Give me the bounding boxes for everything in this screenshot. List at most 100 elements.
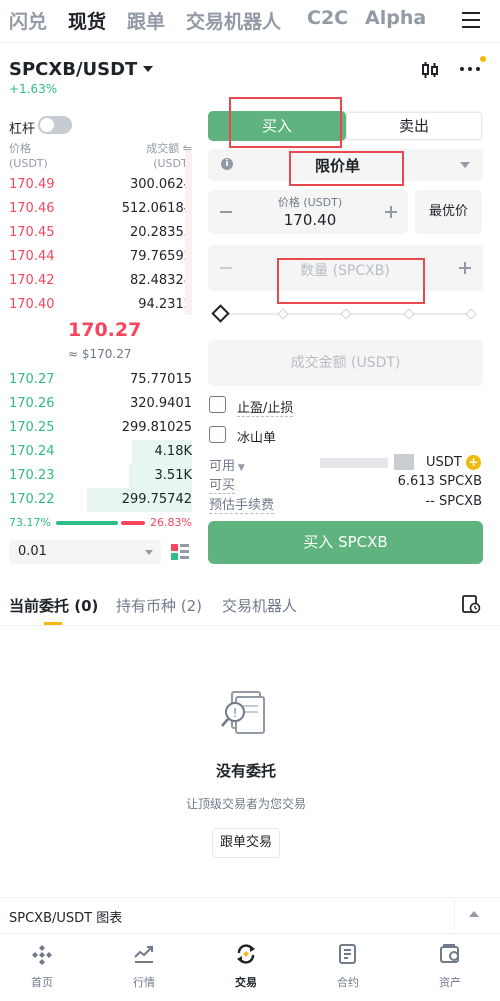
depth-precision-value: 0.01: [18, 544, 47, 559]
bid-price: 170.23: [9, 468, 55, 483]
chart-expand-icon[interactable]: [454, 900, 492, 930]
fee-label: 预估手续费: [209, 494, 275, 514]
last-price: 170.27: [68, 319, 142, 341]
bid-row[interactable]: 170.23 3.51K: [0, 464, 192, 488]
masked-balance-block: [394, 454, 414, 470]
futures-icon: [339, 944, 356, 964]
nav-home-label: 首页: [31, 976, 53, 989]
menu-icon[interactable]: [462, 12, 480, 28]
sell-ratio-bar: [121, 521, 145, 525]
bid-price: 170.26: [9, 396, 55, 411]
ask-price: 170.44: [9, 249, 55, 264]
more-options-icon[interactable]: [460, 67, 482, 73]
order-history-icon[interactable]: [461, 594, 481, 614]
tab-copy-trading[interactable]: 跟单: [127, 7, 165, 34]
ask-price: 170.42: [9, 273, 55, 288]
bid-row[interactable]: 170.27 75.77015: [0, 368, 192, 392]
buy-ratio-bar: [56, 521, 118, 525]
masked-balance: [320, 458, 388, 468]
highlight-box-quantity: [277, 258, 425, 304]
slider-node-50[interactable]: [340, 308, 352, 320]
chevron-down-icon: [460, 162, 470, 168]
tab-convert[interactable]: 闪兑: [9, 7, 47, 34]
ask-row[interactable]: 170.42 82.48328: [0, 269, 192, 293]
nav-trade[interactable]: 交易: [196, 934, 296, 1001]
price-value[interactable]: 170.40: [240, 211, 380, 229]
ask-row[interactable]: 170.46 512.06184: [0, 197, 192, 221]
available-label[interactable]: 可用 ▼: [209, 455, 245, 474]
tab-holdings[interactable]: 持有币种 (2): [116, 595, 202, 616]
tab-alpha[interactable]: Alpha: [365, 7, 426, 29]
tab-orders-bots[interactable]: 交易机器人: [222, 595, 297, 616]
bid-amount: 75.77015: [129, 372, 192, 387]
price-decrease-icon[interactable]: [220, 211, 232, 213]
nav-home[interactable]: 首页: [0, 934, 92, 1001]
bid-price: 170.24: [9, 444, 55, 459]
tp-sl-label[interactable]: 止盈/止损: [237, 397, 294, 417]
bid-row[interactable]: 170.26 320.9401: [0, 392, 192, 416]
highlight-box-buy: [229, 97, 342, 148]
sell-ratio: 26.83%: [150, 516, 192, 529]
bid-row[interactable]: 170.22 299.75742: [0, 488, 192, 512]
leverage-label: 杠杆: [9, 122, 36, 137]
iceberg-checkbox[interactable]: [209, 426, 226, 443]
bid-row[interactable]: 170.25 299.81025: [0, 416, 192, 440]
buy-ratio: 73.17%: [9, 516, 51, 529]
leverage-toggle[interactable]: [38, 116, 72, 134]
notification-dot: [480, 56, 486, 62]
slider-node-100[interactable]: [465, 308, 477, 320]
orderbook-layout-icon[interactable]: [171, 543, 189, 561]
depth-precision-select[interactable]: 0.01: [9, 540, 161, 564]
orders-divider: [0, 625, 500, 626]
ask-row[interactable]: 170.40 94.2312: [0, 293, 192, 317]
ask-amount: 512.06184: [121, 201, 192, 216]
iceberg-label[interactable]: 冰山单: [237, 427, 276, 446]
price-label: 价格 (USDT): [277, 196, 343, 209]
ask-depth-strip: [185, 150, 192, 315]
best-price-button[interactable]: 最优价: [415, 190, 482, 234]
pair-selector-caret-icon[interactable]: [143, 66, 153, 72]
tab-c2c[interactable]: C2C: [307, 7, 348, 29]
sell-tab[interactable]: 卖出: [346, 112, 482, 140]
markets-icon: [134, 946, 153, 963]
trade-icon: [237, 944, 255, 964]
tab-trading-bots[interactable]: 交易机器人: [186, 7, 281, 34]
add-funds-icon[interactable]: +: [466, 455, 481, 470]
bid-row[interactable]: 170.24 4.18K: [0, 440, 192, 464]
buy-submit-button[interactable]: 买入 SPCXB: [208, 521, 483, 564]
nav-futures[interactable]: 合约: [298, 934, 398, 1001]
orderbook-amount-header[interactable]: 成交额 ⇋ (USDT): [110, 141, 192, 171]
pair-symbol[interactable]: SPCXB/USDT: [9, 59, 137, 80]
info-icon[interactable]: i: [221, 158, 233, 170]
ask-price: 170.40: [9, 297, 55, 312]
nav-assets-label: 资产: [439, 976, 461, 989]
tab-spot[interactable]: 现货: [68, 7, 106, 34]
candlestick-chart-icon[interactable]: [420, 60, 440, 80]
chart-bar-label[interactable]: SPCXB/USDT 图表: [9, 907, 122, 926]
ask-price: 170.45: [9, 225, 55, 240]
top-nav: 闪兑 现货 跟单 交易机器人 C2C Alpha: [0, 0, 500, 40]
highlight-box-order-type: [289, 151, 404, 186]
slider-node-25[interactable]: [277, 308, 289, 320]
quantity-decrease-icon[interactable]: [220, 267, 232, 269]
tab-open-orders[interactable]: 当前委托 (0): [9, 595, 98, 616]
nav-assets[interactable]: 资产: [400, 934, 500, 1001]
amount-slider-thumb[interactable]: [211, 304, 230, 323]
chart-bar-divider: [0, 897, 500, 898]
chevron-down-icon: [145, 550, 153, 555]
fee-value: -- SPCXB: [425, 494, 482, 509]
svg-text:!: !: [233, 706, 238, 720]
ask-row[interactable]: 170.49 300.0624: [0, 173, 192, 197]
can-buy-label: 可买: [209, 474, 236, 494]
tp-sl-checkbox[interactable]: [209, 396, 226, 413]
copy-trading-button[interactable]: 跟单交易: [212, 828, 280, 858]
ask-row[interactable]: 170.45 20.28355: [0, 221, 192, 245]
ask-amount: 79.76592: [129, 249, 192, 264]
ask-row[interactable]: 170.44 79.76592: [0, 245, 192, 269]
total-input[interactable]: 成交金额 (USDT): [208, 340, 483, 386]
top-divider: [0, 42, 500, 43]
nav-markets[interactable]: 行情: [94, 934, 194, 1001]
ask-amount: 20.28355: [129, 225, 192, 240]
slider-node-75[interactable]: [403, 308, 415, 320]
ask-amount: 94.2312: [138, 297, 192, 312]
